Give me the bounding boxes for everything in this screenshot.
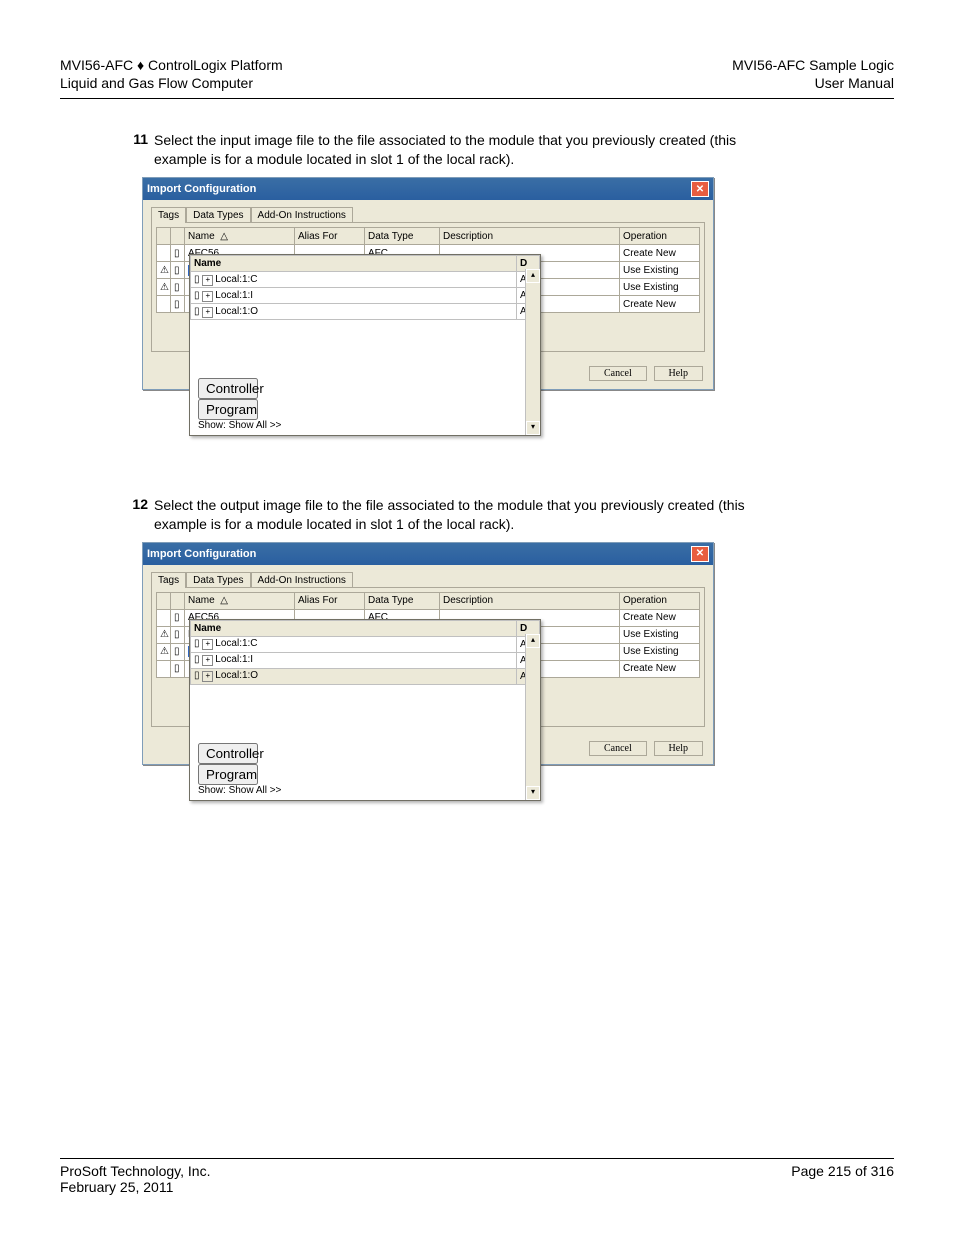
header-right-1: MVI56-AFC Sample Logic [732,56,894,74]
step-text: Select the input image file to the file … [154,131,760,169]
warning-icon: ⚠ [157,279,171,296]
show-label: Show: Show All [198,420,267,431]
controller-button[interactable]: Controller [198,743,258,764]
step-number: 11 [120,131,148,169]
warning-icon: ⚠ [157,643,171,660]
step-number: 12 [120,496,148,534]
tab-tags[interactable]: Tags [151,207,186,223]
col-name[interactable]: Name △ [185,592,295,609]
header-left-2: Liquid and Gas Flow Computer [60,74,283,92]
list-item[interactable]: ▯ +Local:1:CA [191,636,540,652]
col-dtype[interactable]: Data Type [365,228,440,245]
footer-company: ProSoft Technology, Inc. [60,1163,210,1179]
col-name[interactable]: Name △ [185,228,295,245]
col-desc[interactable]: Description [440,228,620,245]
next-button[interactable]: >> [270,785,282,796]
close-icon[interactable]: ✕ [691,546,709,562]
list-item[interactable]: ▯ +Local:1:IA [191,652,540,668]
close-icon[interactable]: ✕ [691,181,709,197]
step-11: 11 Select the input image file to the fi… [120,131,760,169]
warning-icon: ⚠ [157,262,171,279]
footer-date: February 25, 2011 [60,1179,210,1195]
step-12: 12 Select the output image file to the f… [120,496,760,534]
list-item[interactable]: ▯ +Local:1:CA [191,272,540,288]
tab-row: Tags Data Types Add-On Instructions [151,206,705,222]
page-footer: ProSoft Technology, Inc. February 25, 20… [60,1158,894,1195]
cancel-button[interactable]: Cancel [589,741,647,756]
controller-button[interactable]: Controller [198,378,258,399]
help-button[interactable]: Help [654,366,703,381]
dialog-title: Import Configuration [147,183,256,195]
warning-icon: ⚠ [157,626,171,643]
name-dropdown[interactable]: NameD ▯ +Local:1:CA ▯ +Local:1:IA ▯ +Loc… [189,619,541,801]
import-config-dialog-1: Import Configuration ✕ Tags Data Types A… [142,177,714,390]
list-item[interactable]: ▯ +Local:1:IA [191,288,540,304]
list-item[interactable]: ▯ +Local:1:OA [191,668,540,684]
show-label: Show: Show All [198,785,267,796]
program-button[interactable]: Program [198,764,258,785]
tab-tags[interactable]: Tags [151,572,186,588]
dd-col-name[interactable]: Name [191,256,517,272]
col-dtype[interactable]: Data Type [365,592,440,609]
name-dropdown[interactable]: NameD ▯ +Local:1:CA ▯ +Local:1:IA ▯ +Loc… [189,254,541,436]
program-button[interactable]: Program [198,399,258,420]
header-right-2: User Manual [732,74,894,92]
scroll-up-icon[interactable]: ▴ [526,634,540,648]
dialog-titlebar[interactable]: Import Configuration ✕ [143,178,713,200]
dialog-titlebar[interactable]: Import Configuration ✕ [143,543,713,565]
scroll-down-icon[interactable]: ▾ [526,421,540,435]
dialog-title: Import Configuration [147,548,256,560]
next-button[interactable]: >> [270,420,282,431]
step-text: Select the output image file to the file… [154,496,760,534]
tab-addon[interactable]: Add-On Instructions [251,572,353,588]
cancel-button[interactable]: Cancel [589,366,647,381]
tab-data-types[interactable]: Data Types [186,207,250,223]
col-op[interactable]: Operation [620,228,700,245]
footer-page: Page 215 of 316 [791,1163,894,1179]
list-item[interactable]: ▯ +Local:1:OA [191,304,540,320]
col-op[interactable]: Operation [620,592,700,609]
page-header: MVI56-AFC ♦ ControlLogix Platform Liquid… [60,56,894,99]
tab-addon[interactable]: Add-On Instructions [251,207,353,223]
tab-data-types[interactable]: Data Types [186,572,250,588]
import-config-dialog-2: Import Configuration ✕ Tags Data Types A… [142,542,714,765]
dd-col-name[interactable]: Name [191,620,517,636]
tab-row: Tags Data Types Add-On Instructions [151,571,705,587]
col-alias[interactable]: Alias For [295,592,365,609]
col-alias[interactable]: Alias For [295,228,365,245]
help-button[interactable]: Help [654,741,703,756]
col-desc[interactable]: Description [440,592,620,609]
scroll-up-icon[interactable]: ▴ [526,269,540,283]
scroll-down-icon[interactable]: ▾ [526,786,540,800]
header-left-1: MVI56-AFC ♦ ControlLogix Platform [60,56,283,74]
